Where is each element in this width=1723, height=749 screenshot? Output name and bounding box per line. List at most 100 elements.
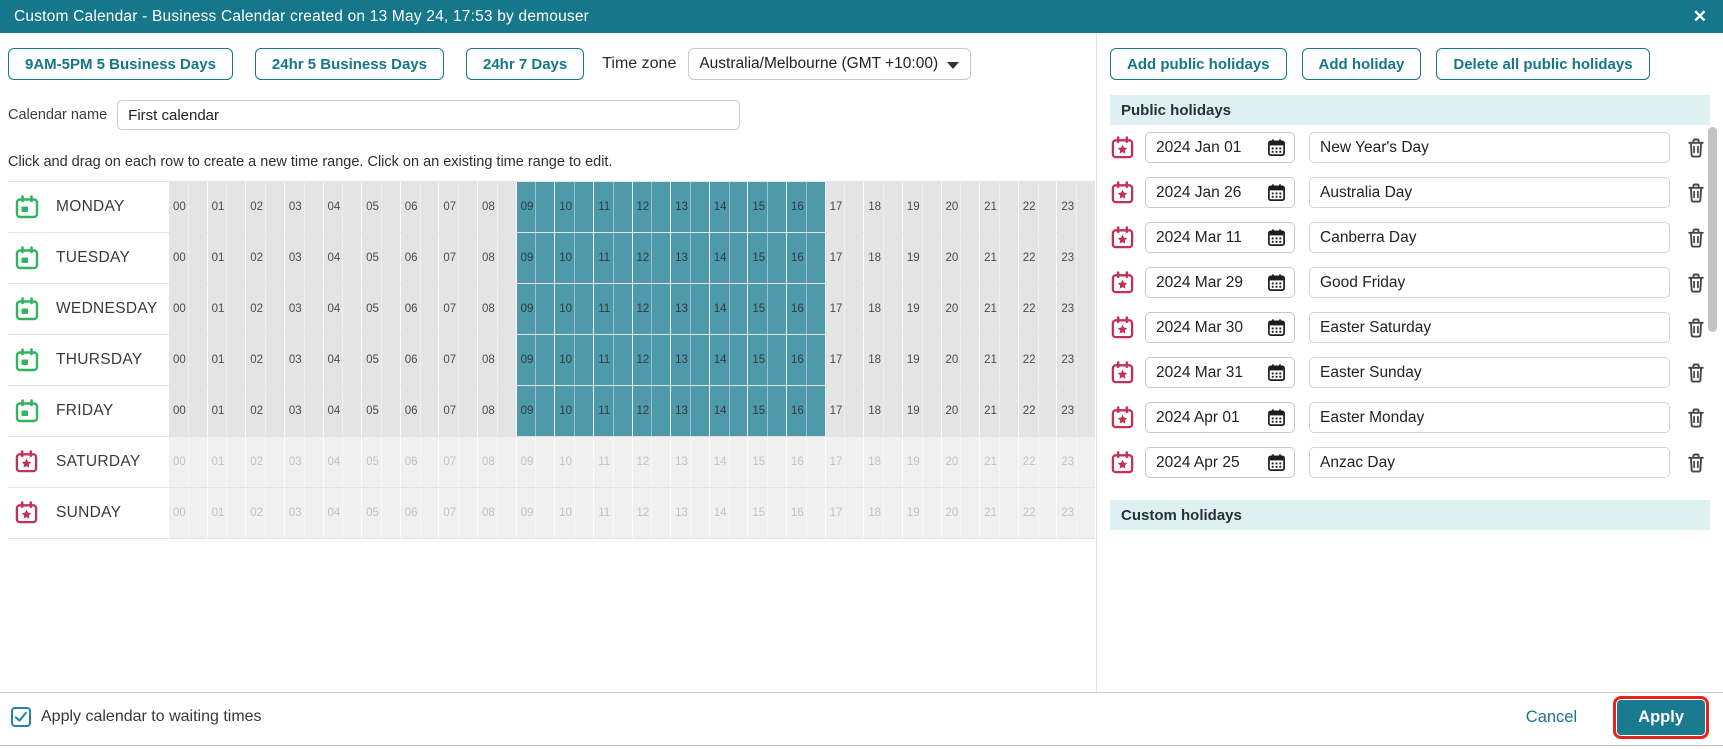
hour-cell[interactable]: 12 [632, 386, 672, 436]
hour-cell[interactable]: 04 [323, 182, 363, 232]
hour-track[interactable]: 00 01 02 03 04 05 06 07 08 09 10 11 12 13 14 15 16 17 18 19… [169, 182, 1095, 232]
hour-cell[interactable]: 16 [787, 233, 826, 283]
hour-cell[interactable]: 00 [169, 233, 208, 283]
holiday-date-input[interactable]: 2024 Mar 29 [1145, 267, 1295, 298]
hour-cell[interactable]: 12 [632, 335, 672, 385]
hour-cell[interactable]: 06 [400, 233, 440, 283]
date-picker-icon[interactable] [1267, 318, 1286, 337]
hour-cell[interactable]: 04 [323, 386, 363, 436]
holiday-date-input[interactable]: 2024 Jan 01 [1145, 132, 1295, 163]
hour-cell[interactable]: 20 [941, 284, 981, 334]
date-picker-icon[interactable] [1267, 408, 1286, 427]
holiday-name-input[interactable]: Canberra Day [1309, 222, 1670, 253]
hour-cell[interactable]: 10 [555, 386, 594, 436]
hour-cell[interactable]: 01 [207, 182, 247, 232]
hour-cell[interactable]: 07 [439, 182, 478, 232]
hour-cell[interactable]: 02 [246, 386, 285, 436]
delete-holiday-icon[interactable] [1684, 135, 1708, 160]
hour-cell[interactable]: 02 [246, 284, 285, 334]
hour-cell[interactable]: 04 [323, 284, 363, 334]
hour-cell[interactable]: 20 [941, 386, 981, 436]
hour-cell[interactable]: 19 [902, 386, 942, 436]
hour-cell[interactable]: 18 [864, 233, 903, 283]
hour-cell[interactable]: 21 [980, 233, 1019, 283]
date-picker-icon[interactable] [1267, 228, 1286, 247]
hour-cell[interactable]: 01 [207, 335, 247, 385]
hour-cell[interactable]: 23 [1057, 233, 1095, 283]
hour-cell[interactable]: 16 [787, 386, 826, 436]
hour-cell[interactable]: 22 [1018, 284, 1058, 334]
hour-cell[interactable]: 09 [516, 233, 556, 283]
hour-cell[interactable]: 20 [941, 233, 981, 283]
hour-cell[interactable]: 09 [516, 182, 556, 232]
hour-cell[interactable]: 04 [323, 335, 363, 385]
apply-button[interactable]: Apply [1613, 695, 1709, 739]
hour-cell[interactable]: 11 [593, 335, 633, 385]
hour-cell[interactable]: 12 [632, 284, 672, 334]
hour-cell[interactable]: 14 [709, 386, 749, 436]
holiday-name-input[interactable]: Easter Monday [1309, 402, 1670, 433]
hour-cell[interactable]: 20 [941, 335, 981, 385]
date-picker-icon[interactable] [1267, 183, 1286, 202]
hour-cell[interactable]: 07 [439, 386, 478, 436]
hour-cell[interactable]: 21 [980, 335, 1019, 385]
preset-9am-5pm-button[interactable]: 9AM-5PM 5 Business Days [8, 48, 233, 80]
hour-cell[interactable]: 17 [825, 233, 865, 283]
hour-cell[interactable]: 18 [864, 386, 903, 436]
hour-cell[interactable]: 08 [478, 182, 517, 232]
hour-cell[interactable]: 13 [671, 335, 710, 385]
hour-cell[interactable]: 00 [169, 386, 208, 436]
hour-cell[interactable]: 07 [439, 284, 478, 334]
hour-cell[interactable]: 19 [902, 335, 942, 385]
hour-cell[interactable]: 03 [284, 233, 324, 283]
preset-24hr-7days-button[interactable]: 24hr 7 Days [466, 48, 585, 80]
hour-cell[interactable]: 08 [478, 284, 517, 334]
hour-cell[interactable]: 12 [632, 182, 672, 232]
hour-cell[interactable]: 10 [555, 284, 594, 334]
hour-cell[interactable]: 02 [246, 182, 285, 232]
date-picker-icon[interactable] [1267, 138, 1286, 157]
hour-cell[interactable]: 08 [478, 386, 517, 436]
delete-holiday-icon[interactable] [1684, 405, 1708, 430]
holiday-name-input[interactable]: Easter Saturday [1309, 312, 1670, 343]
hour-cell[interactable]: 06 [400, 386, 440, 436]
hour-cell[interactable]: 19 [902, 233, 942, 283]
hour-cell[interactable]: 22 [1018, 335, 1058, 385]
hour-cell[interactable]: 22 [1018, 386, 1058, 436]
hour-cell[interactable]: 23 [1057, 284, 1095, 334]
delete-holiday-icon[interactable] [1684, 360, 1708, 385]
hour-cell[interactable]: 10 [555, 233, 594, 283]
hour-cell[interactable]: 23 [1057, 386, 1095, 436]
hour-cell[interactable]: 20 [941, 182, 981, 232]
hour-cell[interactable]: 15 [748, 284, 787, 334]
holiday-date-input[interactable]: 2024 Mar 31 [1145, 357, 1295, 388]
hour-track[interactable]: 00 01 02 03 04 05 06 07 08 09 10 11 12 13 14 15 16 17 18 19… [169, 488, 1095, 538]
hour-cell[interactable]: 03 [284, 182, 324, 232]
hour-track[interactable]: 00 01 02 03 04 05 06 07 08 09 10 11 12 13 14 15 16 17 18 19… [169, 335, 1095, 385]
hour-cell[interactable]: 10 [555, 182, 594, 232]
hour-cell[interactable]: 11 [593, 386, 633, 436]
timezone-select[interactable]: Australia/Melbourne (GMT +10:00) [688, 48, 972, 80]
preset-24hr-5days-button[interactable]: 24hr 5 Business Days [254, 48, 444, 80]
hour-cell[interactable]: 15 [748, 182, 787, 232]
holiday-date-input[interactable]: 2024 Jan 26 [1145, 177, 1295, 208]
hour-cell[interactable]: 10 [555, 335, 594, 385]
hour-cell[interactable]: 16 [787, 335, 826, 385]
hour-cell[interactable]: 07 [439, 233, 478, 283]
hour-cell[interactable]: 09 [516, 386, 556, 436]
holiday-name-input[interactable]: New Year's Day [1309, 132, 1670, 163]
hour-cell[interactable]: 03 [284, 335, 324, 385]
hour-cell[interactable]: 05 [362, 233, 401, 283]
hour-cell[interactable]: 15 [748, 386, 787, 436]
close-icon[interactable]: ✕ [1693, 8, 1707, 25]
scrollbar-thumb[interactable] [1708, 127, 1717, 332]
hour-track[interactable]: 00 01 02 03 04 05 06 07 08 09 10 11 12 13 14 15 16 17 18 19… [169, 233, 1095, 283]
delete-holiday-icon[interactable] [1684, 225, 1708, 250]
hour-cell[interactable]: 16 [787, 284, 826, 334]
hour-cell[interactable]: 19 [902, 182, 942, 232]
hour-cell[interactable]: 23 [1057, 182, 1095, 232]
hour-cell[interactable]: 13 [671, 386, 710, 436]
hour-cell[interactable]: 07 [439, 335, 478, 385]
hour-cell[interactable]: 09 [516, 335, 556, 385]
holiday-name-input[interactable]: Anzac Day [1309, 447, 1670, 478]
